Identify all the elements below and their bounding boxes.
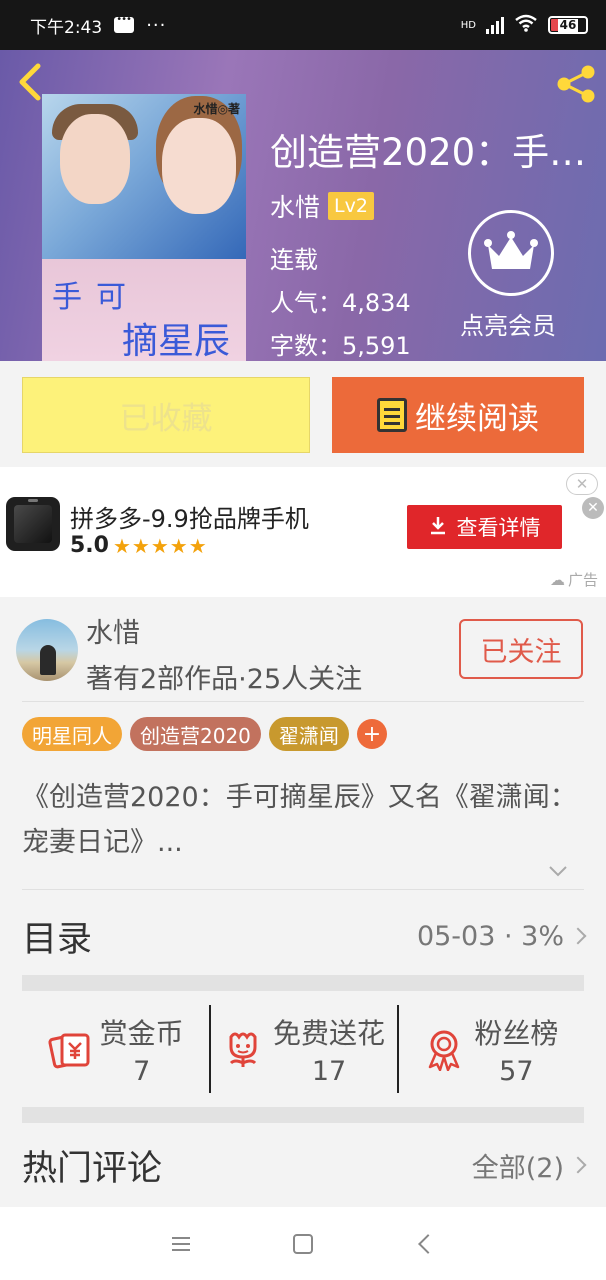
- ad-title: 拼多多-9.9抢品牌手机: [70, 505, 309, 533]
- system-nav-bar: [0, 1207, 606, 1280]
- ad-tag-label: 广告: [567, 571, 598, 589]
- toc-label: 目录: [22, 919, 93, 960]
- author-card-meta: 著有2部作品·25人关注: [86, 664, 363, 695]
- ad-app-logo: [6, 497, 60, 551]
- ad-rating: 5.0 ★★★★★: [70, 533, 208, 558]
- reward-coins-button[interactable]: 赏金币 7: [22, 997, 209, 1101]
- stat-label: 粉丝榜: [474, 1016, 559, 1050]
- add-tag-button[interactable]: +: [356, 719, 387, 749]
- author-name[interactable]: 水惜: [270, 188, 320, 224]
- all-comments-link[interactable]: 全部(2): [472, 1146, 564, 1185]
- ad-banner[interactable]: 拼多多-9.9抢品牌手机 5.0 ★★★★★ 查看详情 ✕ ✕ ☁ 广告: [0, 467, 606, 597]
- vip-label[interactable]: 点亮会员: [460, 306, 556, 341]
- book-header: 水惜◎著 手可 摘星辰 创造营2020：手可摘星辰 水惜 Lv2 连载 人气：4…: [0, 50, 606, 361]
- toc-progress: 05-03 · 3%: [416, 920, 564, 952]
- action-bar: 已收藏 继续阅读: [0, 361, 606, 467]
- word-count: 字数：5,591: [270, 332, 411, 360]
- flower-icon: [221, 1027, 265, 1071]
- cover-photo: [42, 94, 246, 259]
- battery-level: 46: [557, 17, 579, 32]
- level-badge: Lv2: [328, 192, 374, 220]
- stat-label: 免费送花: [272, 1016, 385, 1050]
- synopsis[interactable]: 《创造营2020：手可摘星辰》又名《翟潇闻：宠妻日记》...: [22, 775, 588, 865]
- toc-row[interactable]: 目录 05-03 · 3%: [22, 907, 587, 965]
- chevron-down-icon[interactable]: [548, 861, 568, 881]
- hot-comments-row[interactable]: 热门评论 全部(2): [22, 1137, 587, 1193]
- divider: [22, 889, 584, 890]
- tag-item[interactable]: 明星同人: [22, 717, 122, 751]
- stats-row: 赏金币 7 免费送花 17 粉丝榜 57: [22, 997, 584, 1101]
- ad-close-icon[interactable]: ✕: [582, 497, 604, 519]
- cover-title-line2: 摘星辰: [122, 321, 231, 361]
- ad-tag: ☁ 广告: [550, 569, 598, 590]
- star-icons: ★★★★★: [112, 533, 208, 558]
- divider: [22, 701, 584, 702]
- section-separator: [22, 1107, 584, 1123]
- fan-ranking-button[interactable]: 粉丝榜 57: [396, 997, 584, 1101]
- download-icon: [429, 515, 447, 540]
- cover-author-mark: 水惜◎著: [193, 102, 240, 116]
- coin-envelope-icon: [48, 1027, 92, 1071]
- back-nav-icon[interactable]: [413, 1232, 437, 1256]
- book-icon: [377, 398, 407, 432]
- book-title: 创造营2020：手可摘星辰: [270, 131, 590, 174]
- chevron-right-icon: [569, 927, 587, 945]
- tag-item[interactable]: 创造营2020: [130, 717, 261, 751]
- author-line: 水惜 Lv2: [270, 188, 374, 224]
- tag-item[interactable]: 翟潇闻: [268, 717, 349, 751]
- author-avatar[interactable]: [16, 619, 78, 681]
- hot-comments-label: 热门评论: [22, 1148, 163, 1189]
- message-icon: [114, 14, 135, 33]
- status-time: 下午2:43: [30, 17, 103, 38]
- medal-icon: [422, 1027, 466, 1072]
- favorited-button[interactable]: 已收藏: [22, 377, 310, 453]
- serial-status: 连载: [270, 246, 318, 274]
- stat-value: 57: [499, 1055, 534, 1087]
- battery-icon: 46: [548, 16, 588, 34]
- stat-value: 7: [133, 1055, 151, 1087]
- crown-icon: [484, 231, 538, 269]
- ad-details-label: 查看详情: [456, 516, 541, 540]
- chevron-right-icon: [569, 1156, 587, 1174]
- popularity: 人气：4,834: [270, 289, 411, 317]
- wifi-icon: [514, 14, 538, 37]
- book-detail: 水惜 著有2部作品·25人关注 已关注 明星同人 创造营2020 翟潇闻 + 《…: [0, 597, 606, 1207]
- author-card-name[interactable]: 水惜: [86, 611, 140, 650]
- continue-reading-button[interactable]: 继续阅读: [332, 377, 584, 453]
- vip-button[interactable]: [468, 210, 554, 296]
- more-notifications-icon: ···: [146, 14, 167, 36]
- continue-reading-label: 继续阅读: [415, 400, 539, 437]
- network-label: HD: [460, 19, 476, 31]
- follow-button[interactable]: 已关注: [459, 619, 583, 679]
- home-icon[interactable]: [293, 1233, 313, 1254]
- share-icon[interactable]: [554, 62, 598, 106]
- ad-details-button[interactable]: 查看详情: [407, 505, 562, 549]
- ad-rating-value: 5.0: [70, 533, 109, 558]
- stat-value: 17: [311, 1055, 347, 1087]
- status-bar: 下午2:43 ··· HD 46: [0, 0, 606, 50]
- menu-icon[interactable]: [169, 1232, 193, 1256]
- cover-title-line1: 手可: [52, 280, 140, 315]
- cloud-icon: ☁: [549, 570, 565, 589]
- tag-list: 明星同人 创造营2020 翟潇闻 +: [22, 717, 387, 751]
- stat-label: 赏金币: [99, 1016, 184, 1050]
- signal-icon: [486, 16, 504, 34]
- section-separator: [22, 975, 584, 991]
- ad-dismiss-icon[interactable]: ✕: [566, 473, 598, 495]
- send-flower-button[interactable]: 免费送花 17: [209, 997, 396, 1101]
- book-cover[interactable]: 水惜◎著 手可 摘星辰: [42, 94, 246, 361]
